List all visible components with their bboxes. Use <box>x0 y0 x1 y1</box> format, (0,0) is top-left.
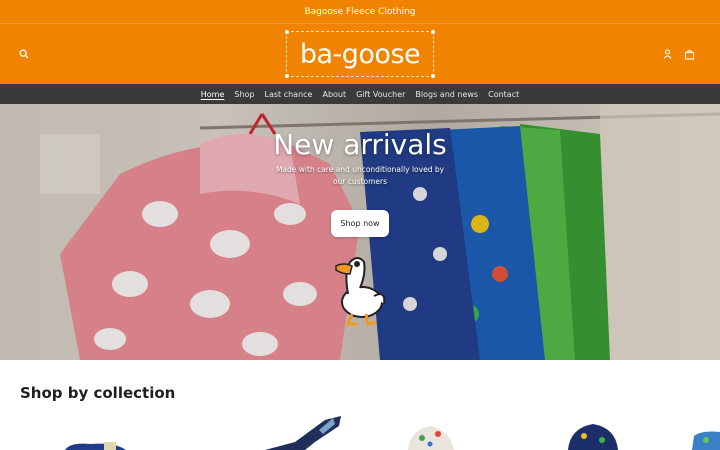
hero-banner: New arrivals Made with care and uncondit… <box>0 104 720 360</box>
cart-icon[interactable] <box>681 46 697 62</box>
shop-now-button[interactable]: Shop now <box>331 210 389 237</box>
collection-thumbnail[interactable] <box>688 412 720 450</box>
collection-thumbnail[interactable] <box>60 412 130 450</box>
collection-thumbnail[interactable] <box>255 412 345 450</box>
goose-mascot <box>335 257 386 326</box>
collection-thumbnail[interactable] <box>400 412 460 450</box>
account-icon[interactable] <box>660 46 674 62</box>
announcement-bar: Bagoose Fleece Clothing <box>0 0 720 24</box>
hero-title: New arrivals <box>273 128 447 161</box>
nav-item-contact[interactable]: Contact <box>488 90 519 99</box>
nav-item-last-chance[interactable]: Last chance <box>265 90 313 99</box>
collection-thumbnail[interactable] <box>562 412 624 450</box>
site-header: ba-goose <box>0 24 720 84</box>
hero-subtitle: Made with care and unconditionally loved… <box>275 165 445 186</box>
search-icon[interactable] <box>16 46 32 62</box>
nav-item-about[interactable]: About <box>322 90 346 99</box>
collection-heading: Shop by collection <box>20 384 176 402</box>
nav-item-gift-voucher[interactable]: Gift Voucher <box>356 90 405 99</box>
nav-item-home[interactable]: Home <box>201 90 225 99</box>
nav-item-blogs-and-news[interactable]: Blogs and news <box>415 90 478 99</box>
logo[interactable]: ba-goose <box>285 30 435 78</box>
logo-text: ba-goose <box>299 38 421 70</box>
nav-item-shop[interactable]: Shop <box>234 90 254 99</box>
main-nav: Home Shop Last chance About Gift Voucher… <box>0 84 720 104</box>
announcement-text: Bagoose Fleece Clothing <box>304 6 416 17</box>
